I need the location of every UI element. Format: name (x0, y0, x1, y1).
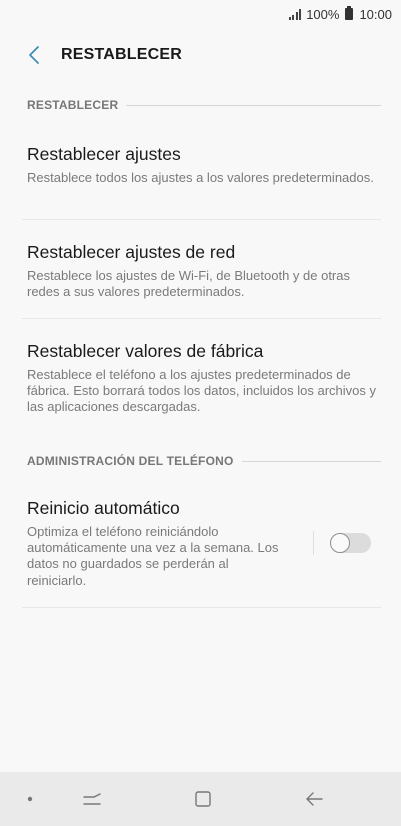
nav-back-button[interactable] (296, 772, 332, 826)
app-header: RESTABLECER (0, 34, 401, 76)
signal-icon (288, 8, 302, 20)
list-divider (22, 607, 381, 608)
reset-network-settings-item[interactable]: Restablecer ajustes de red Restablece lo… (27, 241, 381, 300)
auto-restart-toggle[interactable] (330, 533, 371, 553)
nav-dot-button[interactable] (14, 772, 46, 826)
home-icon (195, 791, 211, 807)
back-arrow-icon (306, 792, 323, 806)
status-bar: 100% 10:00 (0, 0, 401, 28)
item-title: Restablecer valores de fábrica (27, 341, 264, 361)
item-subtitle: Restablece los ajustes de Wi-Fi, de Blue… (27, 268, 350, 300)
recents-icon (83, 793, 101, 805)
section-divider-line (241, 460, 381, 462)
list-divider (22, 219, 381, 220)
item-title: Reinicio automático (27, 498, 180, 518)
item-title: Restablecer ajustes (27, 144, 181, 164)
clock: 10:00 (359, 6, 392, 22)
dot-icon (27, 796, 33, 802)
item-subtitle: Restablece el teléfono a los ajustes pre… (27, 367, 377, 415)
section-divider-line (126, 104, 381, 106)
section-header-label: ADMINISTRACIÓN DEL TELÉFONO (27, 454, 234, 468)
page-title: RESTABLECER (61, 46, 183, 63)
home-button[interactable] (185, 772, 221, 826)
item-title: Restablecer ajustes de red (27, 242, 236, 262)
toggle-knob (330, 533, 350, 553)
item-subtitle: Restablece todos los ajustes a los valor… (27, 170, 374, 185)
section-header-reset: RESTABLECER (27, 98, 381, 112)
section-header-label: RESTABLECER (27, 98, 119, 112)
factory-reset-item[interactable]: Restablecer valores de fábrica Restablec… (27, 340, 381, 416)
reset-settings-item[interactable]: Restablecer ajustes Restablece todos los… (27, 143, 381, 186)
auto-restart-item[interactable]: Reinicio automático Optimiza el teléfono… (27, 497, 289, 589)
list-divider (22, 318, 381, 319)
navigation-bar (0, 772, 401, 826)
toggle-separator (313, 531, 314, 555)
back-button[interactable] (14, 35, 54, 75)
recents-button[interactable] (74, 772, 110, 826)
back-chevron-icon (29, 46, 39, 64)
battery-icon (345, 6, 354, 20)
item-subtitle: Optimiza el teléfono reiniciándolo autom… (27, 524, 279, 588)
battery-percentage: 100% (306, 6, 340, 22)
section-header-phone-admin: ADMINISTRACIÓN DEL TELÉFONO (27, 454, 381, 468)
